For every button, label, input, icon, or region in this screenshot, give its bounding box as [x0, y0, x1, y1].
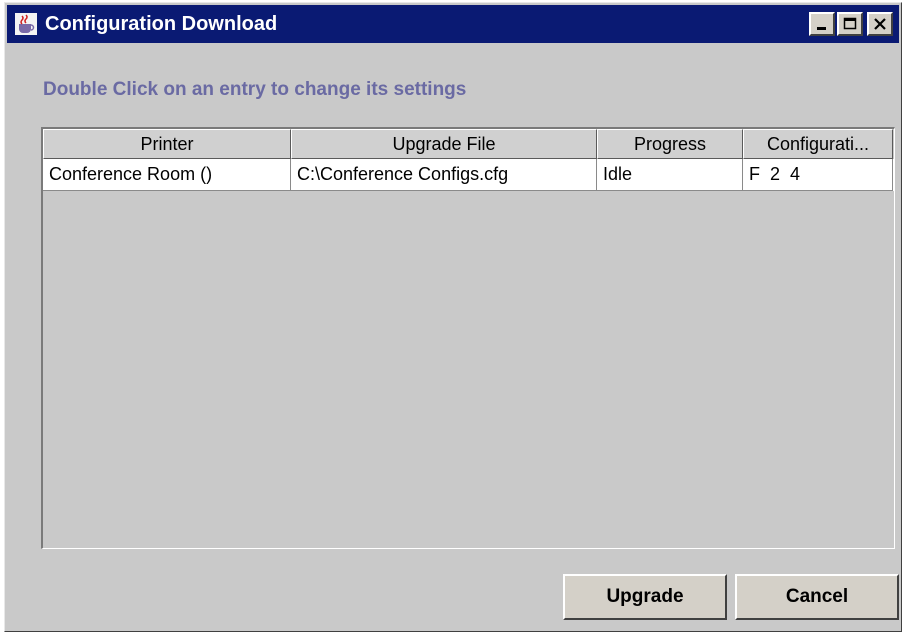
title-bar[interactable]: Configuration Download [7, 5, 899, 43]
cell-upgrade-file[interactable]: C:\Conference Configs.cfg [291, 159, 597, 191]
maximize-icon [843, 17, 857, 30]
table-row[interactable]: Conference Room () C:\Conference Configs… [43, 159, 894, 191]
printer-table[interactable]: Printer Upgrade File Progress Configurat… [41, 127, 895, 549]
cell-progress[interactable]: Idle [597, 159, 743, 191]
cell-printer[interactable]: Conference Room () [43, 159, 291, 191]
window-title: Configuration Download [45, 12, 278, 35]
close-button[interactable] [867, 12, 893, 36]
cell-configuration[interactable]: F 2 4 [743, 159, 893, 191]
minimize-icon [817, 27, 826, 30]
instruction-text: Double Click on an entry to change its s… [43, 79, 467, 100]
upgrade-button[interactable]: Upgrade [563, 574, 727, 620]
cancel-button[interactable]: Cancel [735, 574, 899, 620]
column-header-upgrade-file[interactable]: Upgrade File [291, 129, 597, 159]
minimize-button[interactable] [809, 12, 835, 36]
table-header: Printer Upgrade File Progress Configurat… [43, 129, 894, 159]
configuration-download-window: Configuration Download Double Click on a… [4, 2, 902, 632]
column-header-progress[interactable]: Progress [597, 129, 743, 159]
column-header-configuration[interactable]: Configurati... [743, 129, 893, 159]
maximize-button[interactable] [837, 12, 863, 36]
java-coffee-cup-icon[interactable] [13, 11, 39, 37]
close-icon [874, 18, 886, 30]
column-header-printer[interactable]: Printer [43, 129, 291, 159]
